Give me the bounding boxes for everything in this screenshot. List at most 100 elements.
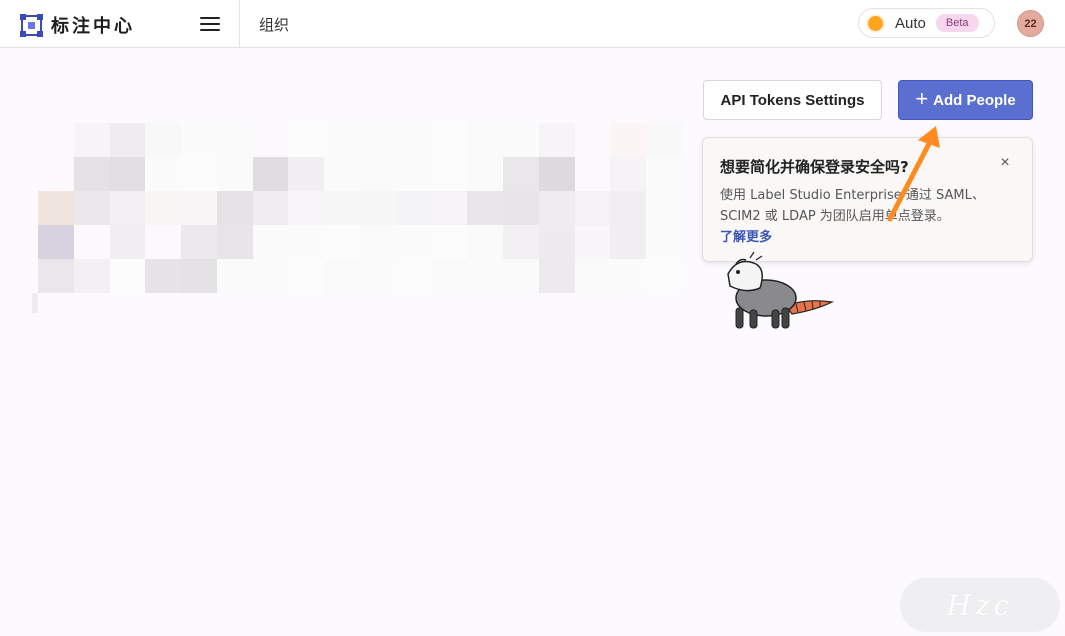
pixel-block bbox=[646, 123, 682, 157]
pixelated-content bbox=[38, 123, 682, 293]
pixel-block bbox=[503, 157, 539, 191]
pixel-block bbox=[38, 157, 74, 191]
pixel-block bbox=[252, 259, 289, 293]
pixel-block bbox=[288, 123, 325, 157]
pixel-block bbox=[38, 123, 74, 157]
pixel-block bbox=[109, 225, 146, 259]
learn-more-link[interactable]: 了解更多 bbox=[720, 226, 772, 245]
add-people-button[interactable]: + Add People bbox=[898, 80, 1033, 120]
beta-badge: Beta bbox=[935, 14, 979, 32]
pixel-block bbox=[360, 225, 396, 259]
pixel-block bbox=[360, 191, 396, 225]
pixel-block bbox=[288, 259, 325, 293]
pixel-block bbox=[395, 123, 432, 157]
pixel-block bbox=[73, 123, 110, 157]
pixel-block bbox=[109, 157, 146, 191]
pixel-block bbox=[38, 225, 74, 259]
pixel-block bbox=[360, 123, 396, 157]
pixel-block bbox=[574, 191, 611, 225]
pixel-block bbox=[467, 191, 504, 225]
pixel-block bbox=[181, 225, 217, 259]
pixel-block bbox=[503, 123, 539, 157]
theme-label: Auto bbox=[895, 14, 926, 32]
pixel-block bbox=[431, 123, 468, 157]
app-logo[interactable]: 标注中心 bbox=[20, 12, 135, 38]
pixel-block bbox=[181, 191, 217, 225]
header-divider bbox=[239, 0, 240, 47]
pixel-block bbox=[145, 225, 182, 259]
theme-toggle[interactable]: Auto Beta bbox=[858, 8, 995, 38]
plus-icon: + bbox=[915, 86, 929, 111]
pixel-block bbox=[610, 225, 647, 259]
pixel-block bbox=[467, 225, 504, 259]
sun-icon bbox=[868, 15, 883, 31]
pixel-block bbox=[646, 191, 682, 225]
pixel-block bbox=[145, 259, 182, 293]
pixel-block bbox=[431, 157, 468, 191]
pixel-block bbox=[73, 157, 110, 191]
api-tokens-settings-button[interactable]: API Tokens Settings bbox=[703, 80, 882, 120]
pixel-block bbox=[610, 157, 647, 191]
pixel-block bbox=[538, 191, 575, 225]
pixel-block bbox=[109, 259, 146, 293]
pixel-block bbox=[252, 157, 289, 191]
pixel-block bbox=[181, 157, 217, 191]
breadcrumb: 组织 bbox=[259, 16, 290, 34]
pixel-block bbox=[324, 191, 360, 225]
hamburger-menu-icon[interactable] bbox=[198, 14, 222, 34]
top-header: 标注中心 组织 Auto Beta 22 bbox=[0, 0, 1065, 48]
pixel-block bbox=[145, 191, 182, 225]
pixel-block bbox=[503, 191, 539, 225]
pixel-block bbox=[503, 225, 539, 259]
pixel-block bbox=[610, 191, 647, 225]
pixel-block bbox=[38, 191, 74, 225]
pixel-block bbox=[395, 225, 432, 259]
user-avatar[interactable]: 22 bbox=[1017, 10, 1044, 37]
pixel-block bbox=[646, 157, 682, 191]
pixel-block bbox=[646, 259, 682, 293]
pixel-block bbox=[395, 157, 432, 191]
pixel-block bbox=[216, 157, 253, 191]
pixel-block bbox=[181, 259, 217, 293]
pixel-block bbox=[109, 191, 146, 225]
pixel-block bbox=[109, 123, 146, 157]
watermark-logo: Hzc bbox=[900, 578, 1060, 632]
watermark-text: Hzc bbox=[946, 588, 1014, 622]
pixel-block bbox=[288, 191, 325, 225]
pixelated-content-tail bbox=[32, 293, 38, 313]
sso-promo-popover: 想要简化并确保登录安全吗? × 使用 Label Studio Enterpri… bbox=[702, 137, 1033, 262]
pixelated-content-tail bbox=[538, 293, 611, 309]
pixel-block bbox=[216, 225, 253, 259]
pixel-block bbox=[574, 123, 611, 157]
logo-icon bbox=[20, 13, 43, 37]
pixel-block bbox=[181, 123, 217, 157]
pixel-block bbox=[431, 225, 468, 259]
close-icon[interactable]: × bbox=[997, 155, 1013, 171]
pixel-block bbox=[73, 191, 110, 225]
pixel-block bbox=[574, 157, 611, 191]
pixel-block bbox=[360, 259, 396, 293]
pixel-block bbox=[324, 259, 360, 293]
opossum-mascot-illustration bbox=[727, 251, 834, 329]
pixel-block bbox=[646, 225, 682, 259]
pixel-block bbox=[431, 259, 468, 293]
logo-text: 标注中心 bbox=[51, 16, 135, 37]
pixel-block bbox=[395, 191, 432, 225]
pixel-block bbox=[216, 123, 253, 157]
pixel-block bbox=[324, 123, 360, 157]
pixel-block bbox=[467, 259, 504, 293]
pixel-block bbox=[324, 225, 360, 259]
pixel-block bbox=[360, 157, 396, 191]
pixel-block bbox=[538, 157, 575, 191]
pixel-block bbox=[288, 157, 325, 191]
pixel-block bbox=[431, 191, 468, 225]
pixel-block bbox=[538, 259, 575, 293]
pixel-block bbox=[503, 259, 539, 293]
pixel-block bbox=[610, 259, 647, 293]
pixel-block bbox=[145, 157, 182, 191]
pixel-block bbox=[216, 259, 253, 293]
pixel-block bbox=[538, 225, 575, 259]
pixel-block bbox=[38, 259, 74, 293]
pixel-block bbox=[538, 123, 575, 157]
pixel-block bbox=[574, 225, 611, 259]
